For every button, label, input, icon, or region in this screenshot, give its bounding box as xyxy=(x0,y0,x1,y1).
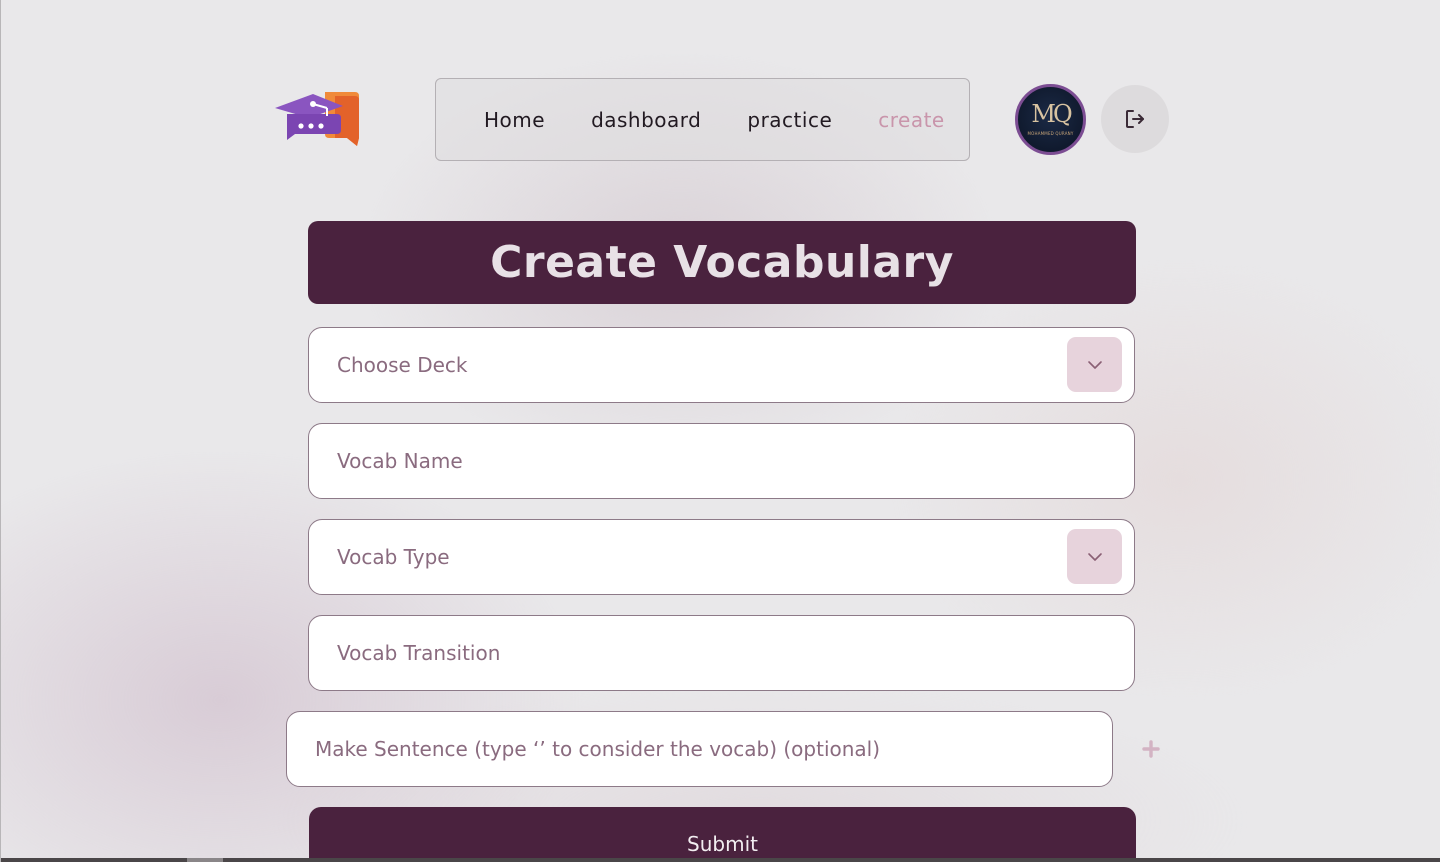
app-logo[interactable] xyxy=(273,88,363,152)
sentence-field[interactable] xyxy=(286,711,1113,787)
plus-icon xyxy=(1142,740,1160,758)
main-nav: Home dashboard practice create xyxy=(435,78,970,161)
add-sentence-button[interactable] xyxy=(1138,735,1164,763)
vocab-name-input[interactable] xyxy=(309,424,1134,498)
taskbar-segment xyxy=(187,858,223,862)
vocab-type-dropdown-toggle[interactable] xyxy=(1067,529,1122,584)
avatar-monogram: MQ xyxy=(1031,100,1072,128)
page-title: Create Vocabulary xyxy=(490,237,954,288)
logout-icon xyxy=(1126,110,1144,128)
page-title-bar: Create Vocabulary xyxy=(308,221,1136,304)
nav-item-practice[interactable]: practice xyxy=(747,108,832,132)
deck-select-placeholder: Choose Deck xyxy=(337,353,468,377)
submit-button[interactable]: Submit xyxy=(309,807,1136,862)
nav-item-home[interactable]: Home xyxy=(484,108,545,132)
vocab-transition-field[interactable] xyxy=(308,615,1135,691)
avatar-caption: MOHAMMED QURANY xyxy=(1027,131,1074,136)
nav-item-create[interactable]: create xyxy=(878,108,945,132)
graduation-cap-chat-logo-icon xyxy=(275,92,359,146)
logout-button[interactable] xyxy=(1101,85,1169,153)
user-avatar[interactable]: MQ MOHAMMED QURANY xyxy=(1015,84,1086,155)
chevron-down-icon xyxy=(1087,360,1102,369)
vocab-type-placeholder: Vocab Type xyxy=(337,545,450,569)
vocab-name-field[interactable] xyxy=(308,423,1135,499)
vocab-type-select[interactable]: Vocab Type xyxy=(308,519,1135,595)
vocab-transition-input[interactable] xyxy=(309,616,1134,690)
nav-item-dashboard[interactable]: dashboard xyxy=(591,108,701,132)
deck-select[interactable]: Choose Deck xyxy=(308,327,1135,403)
sentence-input[interactable] xyxy=(287,712,1112,786)
deck-dropdown-toggle[interactable] xyxy=(1067,337,1122,392)
chevron-down-icon xyxy=(1087,552,1102,561)
